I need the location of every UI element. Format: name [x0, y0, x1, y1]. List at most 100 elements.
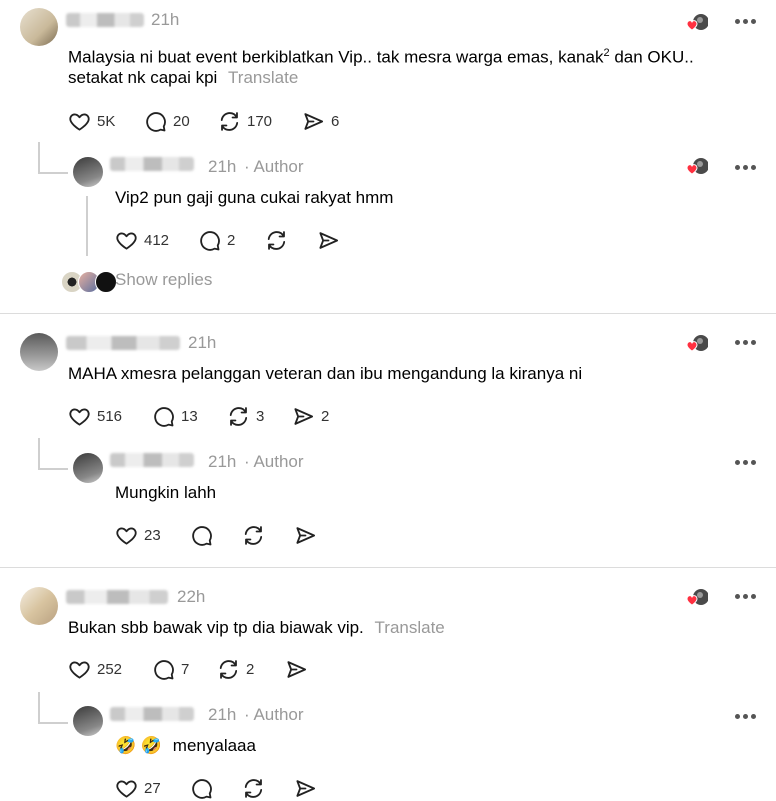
repost-count: 2: [246, 660, 255, 678]
repost-icon: [242, 777, 265, 800]
like-count: 23: [144, 526, 161, 544]
more-options-icon[interactable]: [735, 460, 757, 466]
like-button[interactable]: 23: [115, 523, 161, 547]
comment-button[interactable]: [190, 523, 213, 547]
more-options-icon[interactable]: [735, 340, 757, 346]
laughing-emoji: 🤣 🤣: [115, 736, 163, 755]
repost-icon: [218, 110, 241, 133]
author-label: · Author: [244, 452, 304, 471]
avatar[interactable]: [20, 8, 58, 46]
avatar[interactable]: [73, 706, 103, 736]
like-count: 5K: [97, 112, 116, 130]
comment-count: 7: [181, 660, 190, 678]
show-replies-avatars[interactable]: [61, 271, 117, 293]
like-button[interactable]: 27: [115, 776, 161, 800]
comment-count: 13: [181, 407, 198, 425]
share-button[interactable]: [294, 523, 317, 547]
avatar[interactable]: [73, 453, 103, 483]
timestamp: 21h: [208, 452, 237, 471]
share-send-icon: [292, 405, 315, 428]
more-options-icon[interactable]: [735, 714, 757, 720]
comment-button[interactable]: 13: [152, 404, 198, 428]
comment-bubble-icon: [144, 110, 167, 133]
thread-connector-curve: [38, 172, 68, 174]
repost-button[interactable]: 3: [227, 404, 264, 428]
username-redacted[interactable]: [110, 157, 194, 171]
thread-divider: [0, 567, 776, 568]
share-send-icon: [294, 777, 317, 800]
thread-divider: [0, 313, 776, 314]
show-replies-link[interactable]: Show replies: [115, 270, 212, 290]
heart-icon: [115, 777, 138, 800]
liked-by-author-icon: [686, 158, 708, 175]
like-button[interactable]: 5K: [68, 109, 115, 133]
avatar[interactable]: [20, 333, 58, 371]
comment-bubble-icon: [152, 405, 175, 428]
repost-button[interactable]: [242, 776, 265, 800]
share-send-icon: [302, 110, 325, 133]
repost-button[interactable]: [242, 523, 265, 547]
comment-button[interactable]: 7: [152, 657, 189, 681]
avatar[interactable]: [20, 587, 58, 625]
comment-bubble-icon: [190, 777, 213, 800]
heart-icon: [115, 229, 138, 252]
share-button[interactable]: 6: [302, 109, 339, 133]
comment-text-tail: dan OKU..: [609, 47, 694, 67]
repost-icon: [265, 229, 288, 252]
share-button[interactable]: [317, 228, 340, 252]
timestamp: 22h: [177, 587, 206, 606]
thread-connector-curve: [38, 722, 68, 724]
repost-icon: [217, 658, 240, 681]
comment-bubble-icon: [152, 658, 175, 681]
username-redacted[interactable]: [110, 453, 194, 467]
timestamp: 21h: [208, 705, 237, 724]
like-button[interactable]: 252: [68, 657, 122, 681]
username-redacted[interactable]: [66, 590, 168, 604]
more-options-icon[interactable]: [735, 594, 757, 600]
share-count: 6: [331, 112, 340, 130]
more-options-icon[interactable]: [735, 19, 757, 25]
repost-button[interactable]: 2: [217, 657, 254, 681]
share-button[interactable]: [285, 657, 308, 681]
share-send-icon: [294, 524, 317, 547]
translate-link[interactable]: Translate: [375, 618, 445, 637]
comment-text: MAHA xmesra pelanggan veteran dan ibu me…: [68, 364, 583, 383]
like-count: 412: [144, 231, 170, 249]
repost-button[interactable]: 170: [218, 109, 272, 133]
comment-button[interactable]: 2: [198, 228, 235, 252]
reply-text: 🤣 🤣 menyalaaa: [115, 732, 256, 759]
comment-button[interactable]: [190, 776, 213, 800]
share-send-icon: [285, 658, 308, 681]
author-label: · Author: [244, 705, 304, 724]
username-redacted[interactable]: [66, 13, 144, 27]
author-label: · Author: [244, 157, 304, 176]
avatar[interactable]: [73, 157, 103, 187]
thread-connector-curve: [38, 468, 68, 470]
thread-connector: [38, 692, 40, 722]
like-count: 252: [97, 660, 123, 678]
comment-text: Bukan sbb bawak vip tp dia biawak vip. T…: [68, 614, 445, 641]
share-button[interactable]: [294, 776, 317, 800]
heart-icon: [68, 658, 91, 681]
reply-text: Vip2 pun gaji guna cukai rakyat hmm: [115, 188, 394, 207]
share-count: 2: [321, 407, 330, 425]
comment-text-main: Bukan sbb bawak vip tp dia biawak vip.: [68, 618, 364, 637]
thread-connector: [38, 438, 40, 468]
repost-button[interactable]: [265, 228, 288, 252]
comment-bubble-icon: [190, 524, 213, 547]
repost-icon: [242, 524, 265, 547]
like-button[interactable]: 516: [68, 404, 122, 428]
like-button[interactable]: 412: [115, 228, 169, 252]
share-send-icon: [317, 229, 340, 252]
translate-link[interactable]: Translate: [228, 68, 298, 87]
share-button[interactable]: 2: [292, 404, 329, 428]
comment-button[interactable]: 20: [144, 109, 190, 133]
comment-text-line2: setakat nk capai kpi Translate: [68, 64, 298, 91]
username-redacted[interactable]: [110, 707, 194, 721]
username-redacted[interactable]: [66, 336, 180, 350]
more-options-icon[interactable]: [735, 165, 757, 171]
heart-icon: [68, 110, 91, 133]
timestamp: 21h: [208, 157, 237, 176]
reply-text: Mungkin lahh: [115, 483, 217, 502]
liked-by-author-icon: [686, 14, 708, 31]
